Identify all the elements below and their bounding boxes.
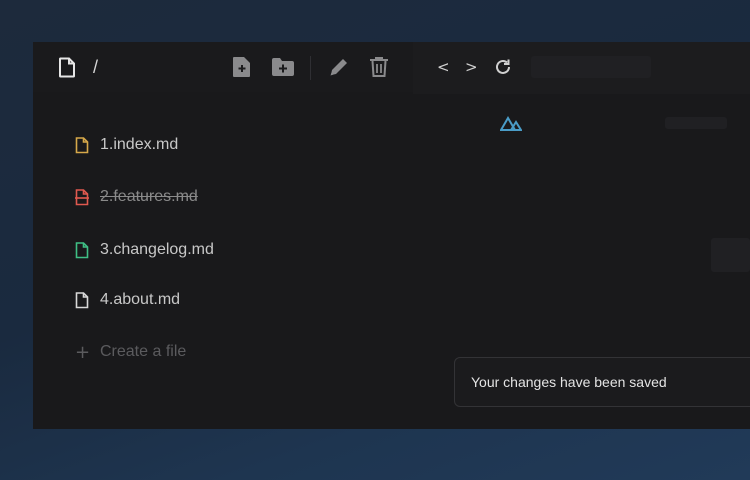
file-item-index[interactable]: 1.index.md	[75, 132, 178, 158]
reload-icon[interactable]	[494, 58, 512, 76]
deleted-file-icon	[75, 188, 89, 205]
modified-file-icon	[75, 136, 89, 153]
create-file-button[interactable]: + Create a file	[75, 339, 186, 365]
create-file-label: Create a file	[100, 343, 187, 360]
back-button[interactable]: <	[437, 58, 450, 76]
file-icon	[75, 291, 89, 308]
file-item-about[interactable]: 4.about.md	[75, 287, 180, 313]
added-file-icon	[75, 241, 89, 258]
current-path: /	[93, 57, 99, 77]
placeholder-block	[711, 238, 750, 272]
file-label: 2.features.md	[100, 188, 198, 205]
pencil-icon[interactable]	[328, 56, 350, 78]
trash-icon[interactable]	[369, 56, 389, 78]
file-item-features[interactable]: 2.features.md	[75, 184, 198, 210]
placeholder-bar	[665, 117, 727, 129]
new-file-icon[interactable]	[233, 57, 251, 77]
address-bar[interactable]	[531, 56, 651, 78]
toast-message: Your changes have been saved	[471, 374, 667, 390]
plus-icon: +	[75, 341, 91, 363]
file-label: 3.changelog.md	[100, 241, 214, 258]
file-label: 4.about.md	[100, 291, 181, 308]
forward-button[interactable]: >	[465, 58, 478, 76]
file-toolbar: /	[33, 42, 413, 92]
preview-toolbar: < >	[413, 42, 750, 94]
file-icon[interactable]	[58, 57, 76, 78]
nuxt-logo-icon	[500, 116, 522, 131]
new-folder-icon[interactable]	[272, 58, 294, 76]
file-item-changelog[interactable]: 3.changelog.md	[75, 237, 214, 263]
save-toast: Your changes have been saved	[454, 357, 750, 407]
toolbar-divider	[310, 56, 311, 80]
file-label: 1.index.md	[100, 136, 179, 153]
